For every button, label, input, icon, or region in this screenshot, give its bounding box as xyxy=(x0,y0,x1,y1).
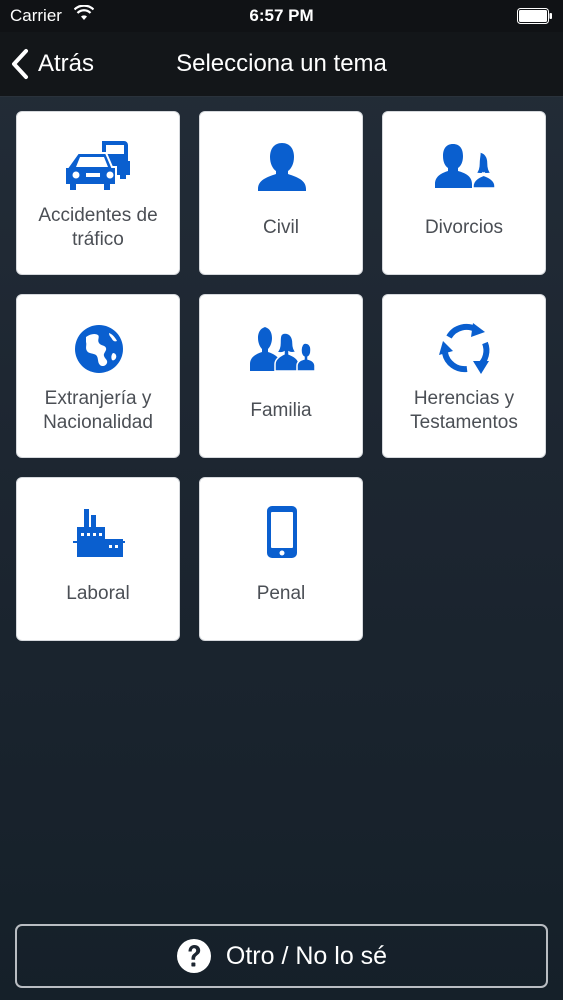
couple-icon xyxy=(435,144,496,189)
family-icon xyxy=(250,327,315,372)
topic-tile-accidentes[interactable]: Accidentes de tráfico xyxy=(16,111,180,275)
topic-label: Civil xyxy=(263,217,299,238)
topic-label: Herencias y Testamentos xyxy=(410,388,518,433)
factory-icon xyxy=(73,509,125,557)
status-time: 6:57 PM xyxy=(249,6,314,25)
page-title: Selecciona un tema xyxy=(176,50,387,77)
status-bar: Carrier 6:57 PM xyxy=(0,0,563,32)
topic-label: Penal xyxy=(256,583,306,604)
question-circle-icon xyxy=(176,939,211,973)
globe-icon xyxy=(75,325,123,373)
topic-label: Extranjería y Nacionalidad xyxy=(43,388,153,433)
topic-label: Divorcios xyxy=(424,217,504,238)
recycle-arrows-icon xyxy=(439,323,490,374)
topic-tile-laboral[interactable]: Laboral xyxy=(16,477,180,641)
topic-label: Familia xyxy=(250,400,312,421)
topic-label: Laboral xyxy=(66,583,130,604)
mobile-phone-icon xyxy=(267,506,297,558)
other-button-label: Otro / No lo sé xyxy=(225,941,388,970)
topic-tile-penal[interactable]: Penal xyxy=(199,477,363,641)
topic-tile-divorcios[interactable]: Divorcios xyxy=(382,111,546,275)
topic-tile-familia[interactable]: Familia xyxy=(199,294,363,458)
topic-tile-herencias[interactable]: Herencias y Testamentos xyxy=(382,294,546,458)
topic-label: Accidentes de tráfico xyxy=(38,205,158,250)
other-unknown-button[interactable]: Otro / No lo sé xyxy=(15,924,548,988)
battery-icon xyxy=(517,8,552,24)
navigation-bar: Atrás Selecciona un tema xyxy=(0,32,563,97)
topic-tile-extranjeria[interactable]: Extranjería y Nacionalidad xyxy=(16,294,180,458)
person-icon xyxy=(258,143,306,191)
cars-icon xyxy=(66,141,130,192)
topic-tile-civil[interactable]: Civil xyxy=(199,111,363,275)
